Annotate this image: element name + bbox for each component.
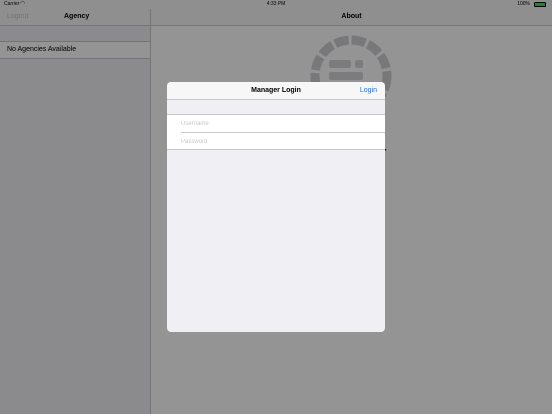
login-form — [167, 114, 385, 150]
username-field[interactable] — [167, 115, 385, 132]
modal-header: Manager Login Login — [167, 82, 385, 100]
manager-login-modal: Manager Login Login — [167, 82, 385, 332]
modal-title: Manager Login — [251, 87, 301, 94]
password-field[interactable] — [167, 133, 385, 150]
login-button[interactable]: Login — [360, 87, 377, 94]
